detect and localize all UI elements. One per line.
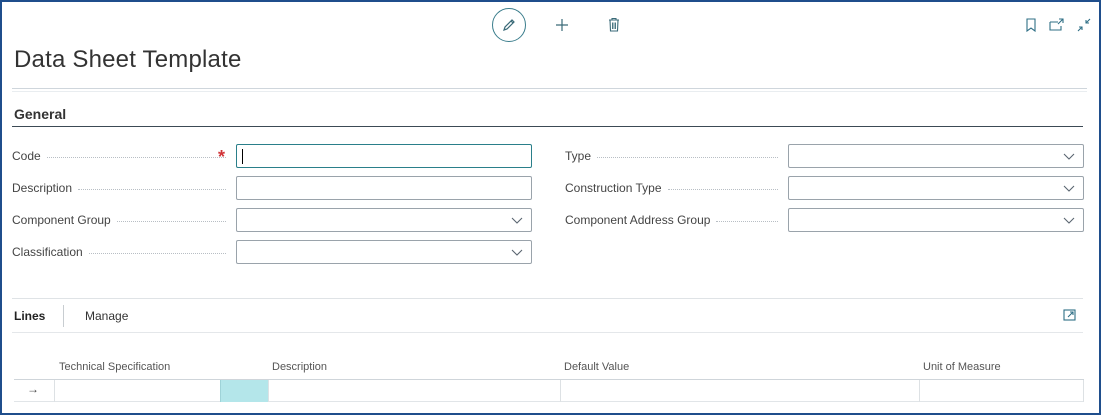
header-divider-secondary <box>12 91 1087 92</box>
expand-lines-button[interactable] <box>1063 308 1077 322</box>
chevron-down-icon <box>1063 153 1075 160</box>
page-frame: Data Sheet Template General Code * Descr… <box>0 0 1101 415</box>
cell-default-value[interactable] <box>560 380 919 402</box>
type-label: Type <box>565 144 778 168</box>
trash-icon <box>609 17 619 32</box>
tab-manage[interactable]: Manage <box>85 309 128 323</box>
delete-button[interactable] <box>603 14 625 36</box>
text-caret <box>242 149 243 164</box>
row-selector-arrow[interactable]: → <box>27 382 39 396</box>
lines-divider-bottom <box>12 332 1083 333</box>
column-header-default-value[interactable]: Default Value <box>564 361 629 373</box>
construction-type-select[interactable] <box>788 176 1084 200</box>
header-divider <box>12 88 1087 89</box>
cell-unit-of-measure[interactable] <box>919 380 1084 402</box>
description-input[interactable] <box>236 176 532 200</box>
pencil-icon <box>503 19 515 31</box>
column-header-description[interactable]: Description <box>272 361 327 373</box>
code-label: Code <box>12 144 226 168</box>
section-title-general[interactable]: General <box>14 106 66 122</box>
classification-label: Classification <box>12 240 226 264</box>
bookmark-button[interactable] <box>1022 16 1040 34</box>
collapse-button[interactable] <box>1075 16 1093 34</box>
chevron-down-icon <box>1063 185 1075 192</box>
page-title: Data Sheet Template <box>14 46 242 73</box>
tab-separator <box>63 305 64 327</box>
column-header-unit-of-measure[interactable]: Unit of Measure <box>923 361 1001 373</box>
description-label: Description <box>12 176 226 200</box>
expand-icon <box>1063 309 1076 321</box>
cell-technical-specification[interactable] <box>54 380 220 402</box>
collapse-icon <box>1077 18 1091 32</box>
chevron-down-icon <box>511 249 523 256</box>
component-address-group-label: Component Address Group <box>565 208 778 232</box>
required-indicator: * <box>218 147 226 167</box>
cell-description[interactable] <box>268 380 560 402</box>
open-new-window-icon <box>1049 18 1064 31</box>
component-group-select[interactable] <box>236 208 532 232</box>
type-select[interactable] <box>788 144 1084 168</box>
chevron-down-icon <box>1063 217 1075 224</box>
cell-active-highlight[interactable] <box>220 380 268 402</box>
lines-divider-top <box>12 298 1083 299</box>
code-input[interactable] <box>236 144 532 168</box>
component-group-label: Component Group <box>12 208 226 232</box>
edit-button[interactable] <box>492 8 526 42</box>
section-divider <box>12 126 1083 127</box>
classification-select[interactable] <box>236 240 532 264</box>
component-address-group-select[interactable] <box>788 208 1084 232</box>
open-new-window-button[interactable] <box>1048 16 1066 34</box>
bookmark-icon <box>1026 18 1036 32</box>
new-button[interactable] <box>551 14 573 36</box>
tab-lines[interactable]: Lines <box>14 309 45 323</box>
construction-type-label: Construction Type <box>565 176 778 200</box>
column-header-technical-specification[interactable]: Technical Specification <box>59 361 170 373</box>
chevron-down-icon <box>511 217 523 224</box>
plus-icon <box>556 19 568 31</box>
